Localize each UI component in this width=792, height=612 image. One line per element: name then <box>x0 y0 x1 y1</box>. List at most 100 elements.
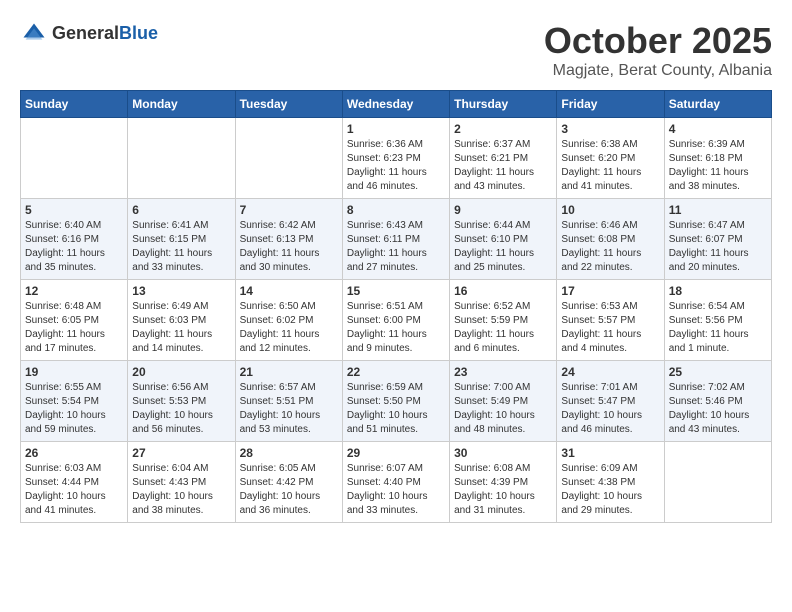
day-number: 6 <box>132 203 230 217</box>
logo-icon <box>20 20 48 48</box>
day-number: 5 <box>25 203 123 217</box>
day-info: Sunrise: 6:40 AM Sunset: 6:16 PM Dayligh… <box>25 219 123 275</box>
location-title: Magjate, Berat County, Albania <box>544 62 772 80</box>
calendar-cell: 29 Sunrise: 6:07 AM Sunset: 4:40 PM Dayli… <box>342 442 449 523</box>
day-number: 22 <box>347 365 445 379</box>
calendar-cell: 26 Sunrise: 6:03 AM Sunset: 4:44 PM Dayli… <box>21 442 128 523</box>
day-info: Sunrise: 6:37 AM Sunset: 6:21 PM Dayligh… <box>454 138 552 194</box>
day-number: 28 <box>240 446 338 460</box>
weekday-header: Thursday <box>450 91 557 118</box>
day-number: 13 <box>132 284 230 298</box>
day-number: 11 <box>669 203 767 217</box>
calendar-cell <box>21 118 128 199</box>
calendar-cell: 20 Sunrise: 6:56 AM Sunset: 5:53 PM Dayli… <box>128 361 235 442</box>
day-info: Sunrise: 7:02 AM Sunset: 5:46 PM Dayligh… <box>669 381 767 437</box>
calendar-cell: 15Sunrise: 6:51 AM Sunset: 6:00 PM Dayli… <box>342 280 449 361</box>
weekday-header: Sunday <box>21 91 128 118</box>
calendar-cell <box>235 118 342 199</box>
day-number: 29 <box>347 446 445 460</box>
day-number: 9 <box>454 203 552 217</box>
calendar-cell <box>664 442 771 523</box>
day-number: 20 <box>132 365 230 379</box>
day-number: 30 <box>454 446 552 460</box>
day-number: 26 <box>25 446 123 460</box>
day-info: Sunrise: 6:43 AM Sunset: 6:11 PM Dayligh… <box>347 219 445 275</box>
day-number: 31 <box>561 446 659 460</box>
day-info: Sunrise: 6:50 AM Sunset: 6:02 PM Dayligh… <box>240 300 338 356</box>
calendar-cell: 22 Sunrise: 6:59 AM Sunset: 5:50 PM Dayli… <box>342 361 449 442</box>
day-number: 21 <box>240 365 338 379</box>
weekday-header: Saturday <box>664 91 771 118</box>
calendar-cell: 13 Sunrise: 6:49 AM Sunset: 6:03 PM Dayli… <box>128 280 235 361</box>
day-number: 24 <box>561 365 659 379</box>
weekday-header: Tuesday <box>235 91 342 118</box>
day-info: Sunrise: 6:42 AM Sunset: 6:13 PM Dayligh… <box>240 219 338 275</box>
calendar-cell: 23 Sunrise: 7:00 AM Sunset: 5:49 PM Dayli… <box>450 361 557 442</box>
title-section: October 2025 Magjate, Berat County, Alba… <box>544 20 772 80</box>
day-info: Sunrise: 6:46 AM Sunset: 6:08 PM Dayligh… <box>561 219 659 275</box>
month-title: October 2025 <box>544 20 772 62</box>
day-info: Sunrise: 6:08 AM Sunset: 4:39 PM Dayligh… <box>454 462 552 518</box>
day-number: 16 <box>454 284 552 298</box>
calendar-cell: 16 Sunrise: 6:52 AM Sunset: 5:59 PM Dayli… <box>450 280 557 361</box>
day-info: Sunrise: 6:59 AM Sunset: 5:50 PM Dayligh… <box>347 381 445 437</box>
calendar-cell: 24Sunrise: 7:01 AM Sunset: 5:47 PM Dayli… <box>557 361 664 442</box>
day-info: Sunrise: 6:03 AM Sunset: 4:44 PM Dayligh… <box>25 462 123 518</box>
calendar-cell: 2 Sunrise: 6:37 AM Sunset: 6:21 PM Daylig… <box>450 118 557 199</box>
weekday-header-row: SundayMondayTuesdayWednesdayThursdayFrid… <box>21 91 772 118</box>
calendar-cell: 9 Sunrise: 6:44 AM Sunset: 6:10 PM Daylig… <box>450 199 557 280</box>
day-info: Sunrise: 6:54 AM Sunset: 5:56 PM Dayligh… <box>669 300 767 356</box>
day-number: 23 <box>454 365 552 379</box>
day-info: Sunrise: 6:48 AM Sunset: 6:05 PM Dayligh… <box>25 300 123 356</box>
day-info: Sunrise: 6:57 AM Sunset: 5:51 PM Dayligh… <box>240 381 338 437</box>
day-info: Sunrise: 6:49 AM Sunset: 6:03 PM Dayligh… <box>132 300 230 356</box>
day-number: 10 <box>561 203 659 217</box>
day-info: Sunrise: 6:36 AM Sunset: 6:23 PM Dayligh… <box>347 138 445 194</box>
day-info: Sunrise: 6:04 AM Sunset: 4:43 PM Dayligh… <box>132 462 230 518</box>
day-info: Sunrise: 6:07 AM Sunset: 4:40 PM Dayligh… <box>347 462 445 518</box>
day-info: Sunrise: 6:52 AM Sunset: 5:59 PM Dayligh… <box>454 300 552 356</box>
day-info: Sunrise: 6:05 AM Sunset: 4:42 PM Dayligh… <box>240 462 338 518</box>
day-info: Sunrise: 7:00 AM Sunset: 5:49 PM Dayligh… <box>454 381 552 437</box>
logo: GeneralBlue <box>20 20 158 48</box>
calendar-week-row: 12 Sunrise: 6:48 AM Sunset: 6:05 PM Dayli… <box>21 280 772 361</box>
day-number: 12 <box>25 284 123 298</box>
calendar-cell: 14Sunrise: 6:50 AM Sunset: 6:02 PM Dayli… <box>235 280 342 361</box>
page-header: GeneralBlue October 2025 Magjate, Berat … <box>20 20 772 80</box>
weekday-header: Wednesday <box>342 91 449 118</box>
logo-general: GeneralBlue <box>52 24 158 44</box>
day-info: Sunrise: 6:47 AM Sunset: 6:07 PM Dayligh… <box>669 219 767 275</box>
day-number: 25 <box>669 365 767 379</box>
day-number: 3 <box>561 122 659 136</box>
calendar-cell: 11 Sunrise: 6:47 AM Sunset: 6:07 PM Dayli… <box>664 199 771 280</box>
weekday-header: Monday <box>128 91 235 118</box>
calendar-cell: 31Sunrise: 6:09 AM Sunset: 4:38 PM Dayli… <box>557 442 664 523</box>
calendar-week-row: 1Sunrise: 6:36 AM Sunset: 6:23 PM Daylig… <box>21 118 772 199</box>
calendar-cell <box>128 118 235 199</box>
day-number: 18 <box>669 284 767 298</box>
calendar-cell: 3Sunrise: 6:38 AM Sunset: 6:20 PM Daylig… <box>557 118 664 199</box>
calendar-cell: 27 Sunrise: 6:04 AM Sunset: 4:43 PM Dayli… <box>128 442 235 523</box>
day-number: 17 <box>561 284 659 298</box>
day-number: 27 <box>132 446 230 460</box>
day-info: Sunrise: 6:41 AM Sunset: 6:15 PM Dayligh… <box>132 219 230 275</box>
day-info: Sunrise: 6:44 AM Sunset: 6:10 PM Dayligh… <box>454 219 552 275</box>
calendar-week-row: 5 Sunrise: 6:40 AM Sunset: 6:16 PM Daylig… <box>21 199 772 280</box>
day-info: Sunrise: 6:39 AM Sunset: 6:18 PM Dayligh… <box>669 138 767 194</box>
day-info: Sunrise: 6:55 AM Sunset: 5:54 PM Dayligh… <box>25 381 123 437</box>
day-info: Sunrise: 6:51 AM Sunset: 6:00 PM Dayligh… <box>347 300 445 356</box>
calendar-cell: 7Sunrise: 6:42 AM Sunset: 6:13 PM Daylig… <box>235 199 342 280</box>
calendar-cell: 5 Sunrise: 6:40 AM Sunset: 6:16 PM Daylig… <box>21 199 128 280</box>
calendar-cell: 1Sunrise: 6:36 AM Sunset: 6:23 PM Daylig… <box>342 118 449 199</box>
day-number: 2 <box>454 122 552 136</box>
calendar-cell: 4 Sunrise: 6:39 AM Sunset: 6:18 PM Daylig… <box>664 118 771 199</box>
calendar-cell: 28 Sunrise: 6:05 AM Sunset: 4:42 PM Dayli… <box>235 442 342 523</box>
day-number: 19 <box>25 365 123 379</box>
day-number: 8 <box>347 203 445 217</box>
calendar-week-row: 19 Sunrise: 6:55 AM Sunset: 5:54 PM Dayli… <box>21 361 772 442</box>
calendar-cell: 6 Sunrise: 6:41 AM Sunset: 6:15 PM Daylig… <box>128 199 235 280</box>
day-info: Sunrise: 6:56 AM Sunset: 5:53 PM Dayligh… <box>132 381 230 437</box>
calendar-cell: 12 Sunrise: 6:48 AM Sunset: 6:05 PM Dayli… <box>21 280 128 361</box>
calendar-cell: 8 Sunrise: 6:43 AM Sunset: 6:11 PM Daylig… <box>342 199 449 280</box>
day-number: 4 <box>669 122 767 136</box>
